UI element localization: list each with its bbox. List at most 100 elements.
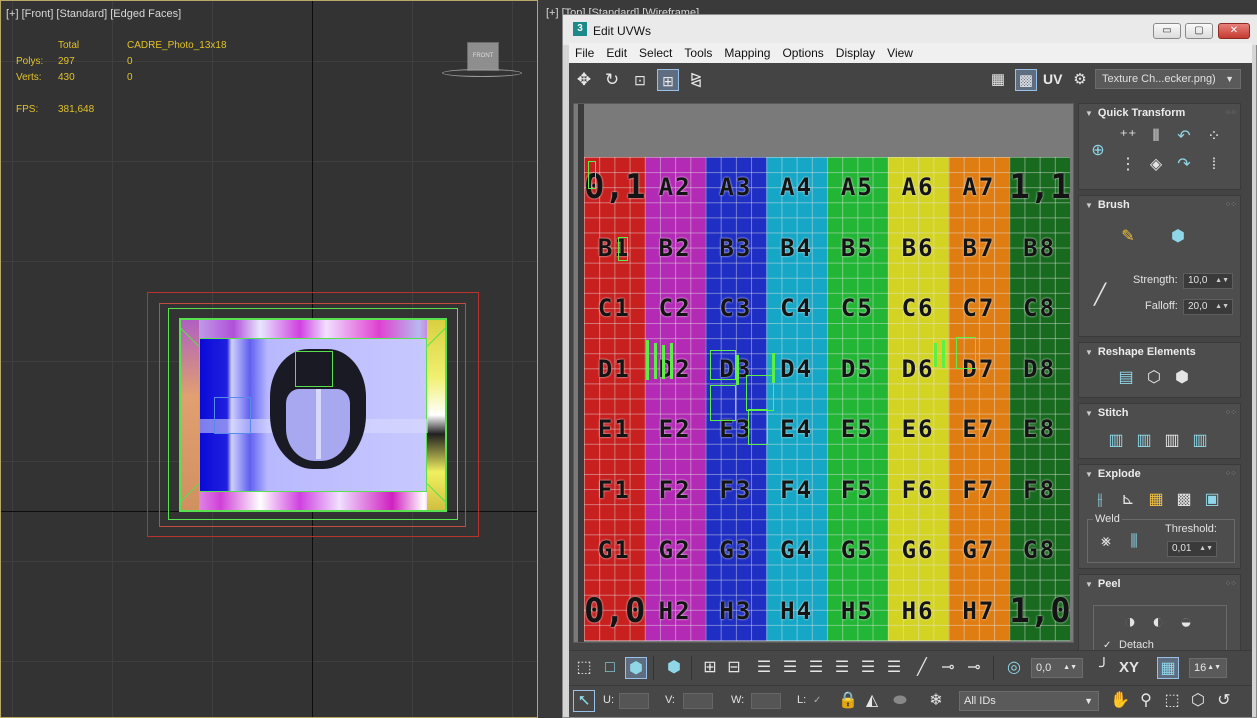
move-icon[interactable]: ✥ [573, 69, 595, 91]
menu-options[interactable]: Options [776, 43, 829, 63]
rotate-plus-icon[interactable]: ↷ [1173, 154, 1195, 176]
soft-selection-icon[interactable]: ◎ [1003, 657, 1025, 679]
xy-axis-toggle[interactable]: XY [1119, 659, 1139, 676]
relax-settings-icon[interactable]: ⬢ [1171, 367, 1193, 389]
uv-shell[interactable] [618, 237, 628, 261]
ring-grow-icon[interactable]: ☰ [857, 657, 879, 679]
zoom-extents-icon[interactable]: ⬡ [1187, 690, 1209, 712]
settings-icon[interactable]: ⚙ [1069, 69, 1091, 91]
grid-size-field[interactable]: 16 ▲▼ [1189, 658, 1227, 678]
detach-edge-icon[interactable]: ⊾ [1117, 489, 1139, 511]
rollout-title[interactable]: ▼ Quick Transform [1085, 107, 1185, 119]
lock-icon[interactable]: 🔒 [837, 690, 859, 712]
spinner-arrows-icon[interactable]: ▲▼ [1215, 274, 1229, 288]
uv-shell[interactable] [748, 409, 768, 445]
vertex-select-icon[interactable]: ⬚ [573, 657, 595, 679]
uv-axis-label[interactable]: UV [1043, 71, 1062, 87]
relax-brush-icon[interactable]: ⬢ [1167, 226, 1189, 248]
brush-line-icon[interactable]: ╱ [1089, 284, 1111, 306]
menu-display[interactable]: Display [830, 43, 881, 63]
reset-peel-icon[interactable]: ◒ [1175, 611, 1197, 633]
flatten-icon[interactable]: ▦ [1145, 489, 1167, 511]
rollout-title[interactable]: ▼ Reshape Elements [1085, 346, 1196, 358]
weld-selected-icon[interactable]: ⨳ [1095, 531, 1117, 553]
drag-handle-icon[interactable]: ⁘⁘ [1225, 408, 1237, 417]
zoom-region-icon[interactable]: ⬚ [1161, 690, 1183, 712]
flatten-by-id-icon[interactable]: ▩ [1173, 489, 1195, 511]
weld-target-icon[interactable]: ⫼ [1123, 531, 1145, 553]
freeform-icon[interactable]: ⊞ [657, 69, 679, 91]
loop-select-icon[interactable]: ☰ [753, 657, 775, 679]
hide-icon[interactable]: ◭ [861, 690, 883, 712]
loop-shrink-icon[interactable]: ☰ [805, 657, 827, 679]
paint-move-icon[interactable]: ✎ [1117, 226, 1139, 248]
face-select-icon[interactable]: ⬢ [625, 657, 647, 679]
material-id-dropdown[interactable]: All IDs ▼ [959, 691, 1099, 711]
u-field[interactable] [619, 693, 649, 709]
v-field[interactable] [683, 693, 713, 709]
minimize-button[interactable]: ▭ [1153, 23, 1181, 39]
show-map-icon[interactable]: ▩ [1015, 69, 1037, 91]
straighten-icon[interactable]: ▤ [1115, 367, 1137, 389]
loop-grow-icon[interactable]: ☰ [779, 657, 801, 679]
scale-icon[interactable]: ⊡ [629, 69, 651, 91]
zoom-selected-icon[interactable]: ↺ [1213, 690, 1235, 712]
rotate-icon[interactable]: ↻ [601, 69, 623, 91]
shrink-select-icon[interactable]: ⊟ [723, 657, 745, 679]
checker-toggle-icon[interactable]: ▦ [987, 69, 1009, 91]
grid-snap-icon[interactable]: ▦ [1157, 657, 1179, 679]
space-horizontal-icon[interactable]: ◈ [1145, 154, 1167, 176]
spinner-arrows-icon[interactable]: ▲▼ [1063, 659, 1077, 677]
stitch-custom-icon[interactable]: ▥ [1105, 430, 1127, 452]
edge-select-icon[interactable]: □ [599, 657, 621, 679]
maximize-button[interactable]: ▢ [1185, 23, 1213, 39]
rotate-minus-icon[interactable]: ↶ [1173, 126, 1195, 148]
uv-shell[interactable] [710, 385, 736, 421]
threshold-spinner[interactable]: 0,01 ▲▼ [1167, 541, 1217, 557]
close-button[interactable]: ✕ [1218, 23, 1250, 39]
lock-checkbox[interactable]: ✓ [813, 696, 823, 706]
align-vertical-icon[interactable]: ⋮ [1117, 154, 1139, 176]
rollout-title[interactable]: ▼ Explode [1085, 468, 1141, 480]
absolute-offset-icon[interactable]: ⭦ [573, 690, 595, 712]
space-vertical-icon[interactable]: ⦀ [1145, 126, 1167, 148]
paint-grow-icon[interactable]: ⊸ [937, 657, 959, 679]
align-horizontal-icon[interactable]: ⁺⁺ [1117, 126, 1139, 148]
drag-handle-icon[interactable]: ⁘⁘ [1225, 108, 1237, 117]
rollout-title[interactable]: ▼ Stitch [1085, 407, 1128, 419]
spinner-arrows-icon[interactable]: ▲▼ [1215, 300, 1229, 314]
rollout-title[interactable]: ▼ Brush [1085, 199, 1130, 211]
menu-file[interactable]: File [569, 43, 600, 63]
spinner-arrows-icon[interactable]: ▲▼ [1207, 659, 1221, 677]
uv-canvas[interactable]: 0,1 A2 A3 A4 A5 A6 A7 1,1 B1 B2 B3 B4 B5 B6 B7 B8 C1 C2 C3… [573, 103, 1074, 643]
menu-view[interactable]: View [881, 43, 919, 63]
distribute-icon[interactable]: ⁘ [1203, 126, 1225, 148]
viewcube[interactable]: FRONT [467, 42, 499, 71]
mirror-icon[interactable]: ⧎ [685, 69, 707, 91]
stitch-to-target-icon[interactable]: ▥ [1189, 430, 1211, 452]
falloff-curve-icon[interactable]: ╯ [1093, 657, 1115, 679]
spinner-arrows-icon[interactable]: ▲▼ [1199, 542, 1213, 556]
photo-frame-model[interactable] [179, 318, 447, 512]
viewcube-ring[interactable] [442, 69, 522, 77]
edit-uvws-window[interactable]: 3 Edit UVWs ▭ ▢ ✕ File Edit Select Tools Map… [562, 14, 1257, 718]
stitch-to-source-icon[interactable]: ▥ [1133, 430, 1155, 452]
stitch-average-icon[interactable]: ▥ [1161, 430, 1183, 452]
pan-icon[interactable]: ✋ [1109, 690, 1131, 712]
strength-spinner[interactable]: 10,0 ▲▼ [1183, 273, 1233, 289]
ring-shrink-icon[interactable]: ☰ [883, 657, 905, 679]
zoom-icon[interactable]: ⚲ [1135, 690, 1157, 712]
quick-peel-icon[interactable]: ◑ [1119, 611, 1141, 633]
peel-mode-icon[interactable]: ◐ [1147, 611, 1169, 633]
grow-select-icon[interactable]: ⊞ [699, 657, 721, 679]
menu-select[interactable]: Select [633, 43, 678, 63]
flatten-by-smoothing-icon[interactable]: ▣ [1201, 489, 1223, 511]
rollout-title[interactable]: ▼ Peel [1085, 578, 1121, 590]
freeze-toggle-icon[interactable]: ⬬ [889, 690, 911, 712]
menu-tools[interactable]: Tools [678, 43, 718, 63]
uv-shell[interactable] [956, 337, 976, 369]
align-to-axis-icon[interactable]: ⊕ [1087, 140, 1109, 162]
drag-handle-icon[interactable]: ⁘⁘ [1225, 469, 1237, 478]
paint-select-icon[interactable]: ╱ [911, 657, 933, 679]
menu-mapping[interactable]: Mapping [718, 43, 776, 63]
